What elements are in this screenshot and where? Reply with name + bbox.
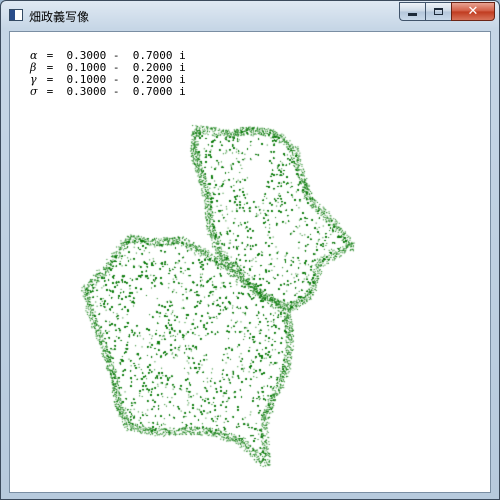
app-icon[interactable] — [9, 9, 23, 21]
fractal-plot — [10, 32, 490, 492]
close-icon: ✕ — [467, 4, 479, 19]
minimize-button[interactable] — [399, 2, 425, 21]
minimize-icon — [408, 13, 417, 16]
drawing-area: α = 0.3000 - 0.7000 i β = 0.1000 - 0.200… — [9, 31, 491, 493]
param-row-sigma: σ = 0.3000 - 0.7000 i — [30, 86, 186, 98]
param-symbol: σ — [30, 85, 38, 98]
maximize-button[interactable] — [425, 2, 451, 21]
close-button[interactable]: ✕ — [451, 2, 495, 21]
window-title: 畑政義写像 — [29, 10, 90, 24]
app-window: 畑政義写像 ✕ α = 0.3000 - 0.7000 i β = 0.1000… — [0, 0, 500, 500]
title-bar[interactable]: 畑政義写像 ✕ — [1, 1, 499, 31]
caption-buttons: ✕ — [399, 2, 495, 22]
param-value: = 0.3000 - 0.7000 i — [40, 85, 186, 98]
parameter-list: α = 0.3000 - 0.7000 i β = 0.1000 - 0.200… — [30, 50, 186, 98]
maximize-icon — [434, 8, 443, 15]
